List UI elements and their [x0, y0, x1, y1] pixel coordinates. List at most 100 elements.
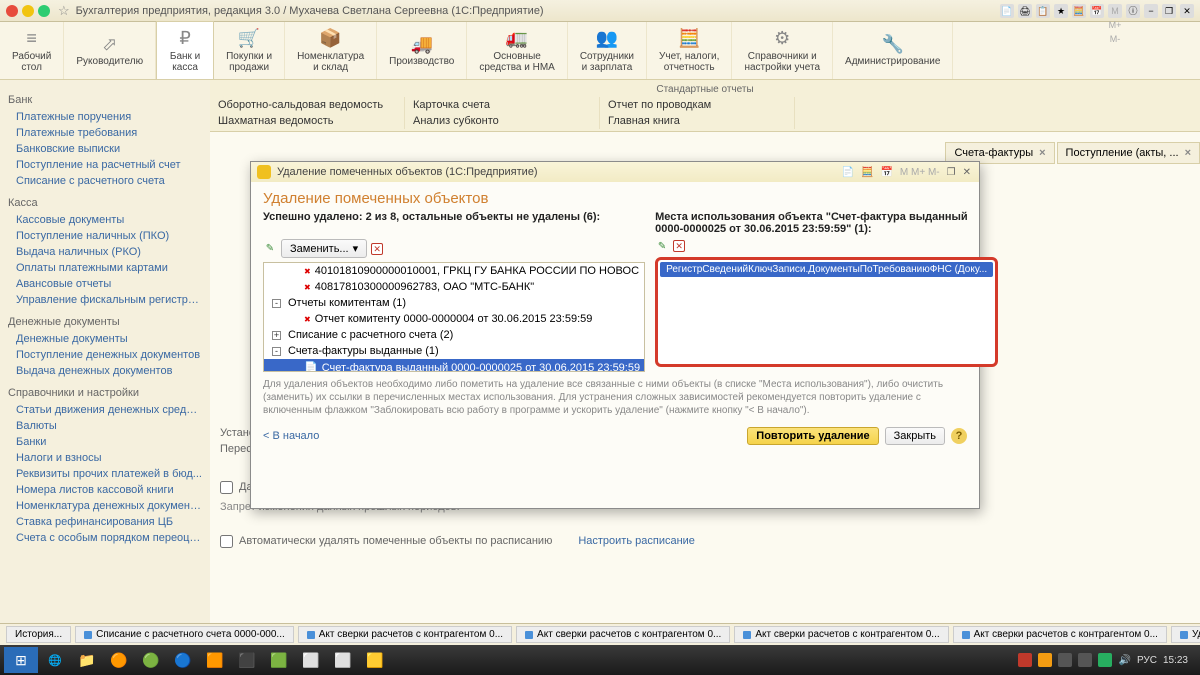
task-app[interactable]: 🟠	[104, 647, 134, 673]
sidebar-link[interactable]: Реквизиты прочих платежей в бюд...	[8, 466, 202, 482]
task-app[interactable]: 🟧	[200, 647, 230, 673]
usage-list[interactable]: РегистрСведенийКлючЗаписи.ДокументыПоТре…	[655, 257, 998, 367]
sidebar-link[interactable]: Банковские выписки	[8, 141, 202, 157]
tray-icon[interactable]	[1098, 653, 1112, 667]
sidebar-link[interactable]: Статьи движения денежных средств	[8, 402, 202, 418]
sidebar-link[interactable]: Платежные требования	[8, 125, 202, 141]
sidebar-link[interactable]: Оплаты платежными картами	[8, 260, 202, 276]
min-btn[interactable]	[22, 5, 34, 17]
sidebar-link[interactable]: Номенклатура денежных документов	[8, 498, 202, 514]
task-app[interactable]: 🟢	[136, 647, 166, 673]
bottom-tab[interactable]: Акт сверки расчетов с контрагентом 0...	[734, 626, 948, 643]
report-link[interactable]: Анализ субконто	[405, 113, 600, 129]
task-folder[interactable]: 📁	[72, 647, 102, 673]
auto-delete-checkbox[interactable]	[220, 535, 233, 548]
report-link[interactable]: Карточка счета	[405, 97, 600, 113]
dlg-tool-icon[interactable]: 📄	[840, 167, 856, 178]
task-app[interactable]: 🟩	[264, 647, 294, 673]
sidebar-link[interactable]: Списание с расчетного счета	[8, 173, 202, 189]
sidebar-link[interactable]: Кассовые документы	[8, 212, 202, 228]
start-button[interactable]: ⊞	[4, 647, 38, 673]
tray-icon[interactable]	[1018, 653, 1032, 667]
tree-row[interactable]: ✖40817810300000962783, ОАО "МТС-БАНК"	[264, 279, 644, 295]
toolbar-section[interactable]: ⚙Справочники инастройки учета	[732, 22, 833, 79]
bottom-tab[interactable]: История...	[6, 626, 71, 643]
tree-row[interactable]: -Отчеты комитентам (1)	[264, 295, 644, 311]
tray-icon[interactable]	[1038, 653, 1052, 667]
toolbar-section[interactable]: 📦Номенклатураи склад	[285, 22, 377, 79]
bottom-tab[interactable]: Списание с расчетного счета 0000-000...	[75, 626, 294, 643]
sidebar-link[interactable]: Валюты	[8, 418, 202, 434]
doc-tab[interactable]: Поступление (акты, ...×	[1057, 142, 1200, 164]
toolbar-section[interactable]: ≡Рабочийстол	[0, 22, 64, 79]
tree-row[interactable]: +Списание с расчетного счета (2)	[264, 327, 644, 343]
replace-button[interactable]: Заменить... ▾	[281, 239, 367, 258]
help-icon[interactable]: ?	[951, 428, 967, 444]
date-lock-checkbox[interactable]	[220, 481, 233, 494]
toolbar-section[interactable]: 🧮Учет, налоги,отчетность	[647, 22, 732, 79]
sidebar-link[interactable]: Банки	[8, 434, 202, 450]
schedule-link[interactable]: Настроить расписание	[578, 533, 695, 549]
sidebar-link[interactable]: Счета с особым порядком переоце...	[8, 530, 202, 546]
sidebar-link[interactable]: Поступление на расчетный счет	[8, 157, 202, 173]
close-button[interactable]: Закрыть	[885, 427, 945, 445]
tree-row[interactable]: ✖40101810900000010001, ГРКЦ ГУ БАНКА РОС…	[264, 263, 644, 279]
bottom-tab[interactable]: Удаление помеченных объектов заве...	[1171, 626, 1200, 643]
min-icon[interactable]: −	[1144, 4, 1158, 18]
sidebar-link[interactable]: Налоги и взносы	[8, 450, 202, 466]
back-link[interactable]: < В начало	[263, 430, 319, 442]
sidebar-link[interactable]: Ставка рефинансирования ЦБ	[8, 514, 202, 530]
sidebar-link[interactable]: Номера листов кассовой книги	[8, 482, 202, 498]
sidebar-link[interactable]: Выдача денежных документов	[8, 363, 202, 379]
task-app[interactable]: ⬜	[296, 647, 326, 673]
toolbar-section[interactable]: 🔧Администрирование	[833, 22, 953, 79]
task-skype[interactable]: 🔵	[168, 647, 198, 673]
clock[interactable]: 15:23	[1163, 655, 1188, 666]
report-link[interactable]: Шахматная ведомость	[210, 113, 405, 129]
dlg-tool-icon[interactable]: 📅	[878, 167, 894, 178]
tb-icon[interactable]: 🧮	[1072, 4, 1086, 18]
sidebar-link[interactable]: Управление фискальным регистра...	[8, 292, 202, 308]
tray-icon[interactable]	[1058, 653, 1072, 667]
task-1c[interactable]: 🟨	[360, 647, 390, 673]
close-icon[interactable]: ×	[1039, 147, 1045, 159]
max-btn[interactable]	[38, 5, 50, 17]
tree-row[interactable]: ✖Отчет комитенту 0000-0000004 от 30.06.2…	[264, 311, 644, 327]
edit-icon[interactable]: ✎	[655, 239, 669, 253]
bottom-tab[interactable]: Акт сверки расчетов с контрагентом 0...	[953, 626, 1167, 643]
tb-icon[interactable]: 📋	[1036, 4, 1050, 18]
delete-icon[interactable]: ✕	[673, 240, 685, 252]
tray-sound-icon[interactable]: 🔊	[1118, 655, 1130, 666]
toolbar-section[interactable]: ⬀Руководителю	[64, 22, 156, 79]
sidebar-link[interactable]: Поступление денежных документов	[8, 347, 202, 363]
tb-icon[interactable]: 📄	[1000, 4, 1014, 18]
lang-indicator[interactable]: РУС	[1137, 655, 1157, 666]
report-link[interactable]: Оборотно-сальдовая ведомость	[210, 97, 405, 113]
task-app[interactable]: ⬛	[232, 647, 262, 673]
toolbar-section[interactable]: ₽Банк икасса	[156, 21, 214, 79]
tree-row[interactable]: 📄Счет-фактура выданный 0000-0000025 от 3…	[264, 359, 644, 372]
restore-icon[interactable]: ❐	[1162, 4, 1176, 18]
task-ie[interactable]: 🌐	[40, 654, 70, 667]
usage-item[interactable]: РегистрСведенийКлючЗаписи.ДокументыПоТре…	[660, 262, 993, 277]
delete-icon[interactable]: ✕	[371, 243, 383, 255]
close-icon[interactable]: ✕	[1180, 4, 1194, 18]
bottom-tab[interactable]: Акт сверки расчетов с контрагентом 0...	[298, 626, 512, 643]
dlg-close-icon[interactable]: ✕	[961, 167, 973, 178]
close-icon[interactable]: ×	[1185, 147, 1191, 159]
tray-icon[interactable]	[1078, 653, 1092, 667]
toolbar-section[interactable]: 🚚Производство	[377, 22, 467, 79]
sidebar-link[interactable]: Выдача наличных (РКО)	[8, 244, 202, 260]
report-link[interactable]: Отчет по проводкам	[600, 97, 795, 113]
toolbar-section[interactable]: 🛒Покупки ипродажи	[214, 22, 285, 79]
star-icon[interactable]: ☆	[58, 3, 70, 19]
tree-row[interactable]: -Счета-фактуры выданные (1)	[264, 343, 644, 359]
tb-icon[interactable]: 📅	[1090, 4, 1104, 18]
tb-icon[interactable]: 🖨	[1018, 4, 1032, 18]
report-link[interactable]: Главная книга	[600, 113, 795, 129]
toolbar-section[interactable]: 🚛Основныесредства и НМА	[467, 22, 567, 79]
retry-delete-button[interactable]: Повторить удаление	[747, 427, 878, 445]
sidebar-link[interactable]: Платежные поручения	[8, 109, 202, 125]
objects-tree[interactable]: ✖40101810900000010001, ГРКЦ ГУ БАНКА РОС…	[263, 262, 645, 372]
edit-icon[interactable]: ✎	[263, 242, 277, 256]
